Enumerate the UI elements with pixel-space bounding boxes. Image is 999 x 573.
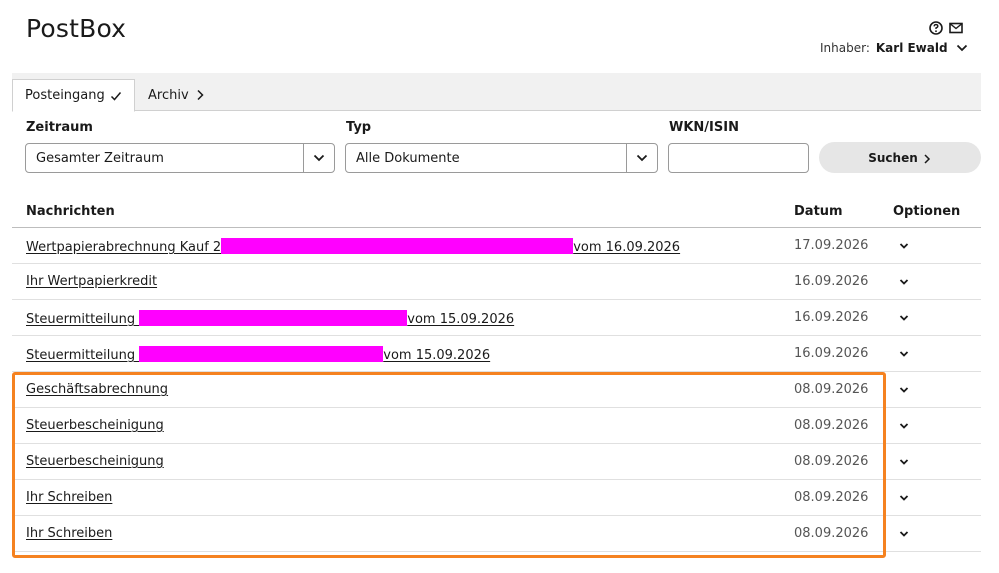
- redaction-block: [139, 346, 384, 362]
- zeitraum-select[interactable]: Gesamter Zeitraum: [25, 143, 335, 173]
- row-date: 08.09.2026: [794, 490, 869, 505]
- chevron-down-icon[interactable]: [898, 240, 910, 252]
- chevron-down-icon[interactable]: [898, 312, 910, 324]
- zeitraum-label: Zeitraum: [26, 120, 93, 135]
- chevron-down-icon[interactable]: [898, 420, 910, 432]
- chevron-right-icon: [922, 153, 932, 164]
- chevron-down-icon[interactable]: [898, 276, 910, 288]
- row-date: 08.09.2026: [794, 418, 869, 433]
- table-row: Ihr Wertpapierkredit 16.09.2026: [12, 264, 981, 300]
- message-link[interactable]: Ihr Schreiben: [26, 526, 112, 541]
- message-link[interactable]: Wertpapierabrechnung Kauf 2 vom 16.09.202…: [26, 238, 680, 255]
- row-date: 08.09.2026: [794, 382, 869, 397]
- row-date: 17.09.2026: [794, 238, 869, 253]
- message-title: Geschäftsabrechnung: [26, 382, 169, 397]
- chevron-down-icon[interactable]: [898, 456, 910, 468]
- table-row: Ihr Schreiben 08.09.2026: [12, 516, 981, 552]
- message-list: Wertpapierabrechnung Kauf 2 vom 16.09.202…: [12, 228, 981, 552]
- row-date: 16.09.2026: [794, 274, 869, 289]
- column-header-options: Optionen: [893, 204, 961, 219]
- message-title: Ihr Wertpapierkredit: [26, 274, 158, 289]
- table-row: Steuermitteilung vom 15.09.2026 16.09.202…: [12, 300, 981, 336]
- message-title: Steuerbescheinigung: [26, 418, 164, 433]
- tab-bar: Posteingang Archiv: [12, 73, 981, 112]
- wkn-label: WKN/ISIN: [669, 120, 739, 135]
- table-row: Geschäftsabrechnung 08.09.2026: [12, 372, 981, 408]
- message-link[interactable]: Ihr Schreiben: [26, 490, 112, 505]
- table-row: Steuerbescheinigung 08.09.2026: [12, 408, 981, 444]
- message-date-suffix: vom 16.09.2026: [573, 240, 681, 255]
- message-date-suffix: vom 15.09.2026: [407, 312, 515, 327]
- message-title: Ihr Schreiben: [26, 490, 113, 505]
- message-link[interactable]: Steuermitteilung vom 15.09.2026: [26, 310, 514, 327]
- chevron-down-icon[interactable]: [898, 384, 910, 396]
- chevron-down-icon: [956, 42, 968, 54]
- message-link[interactable]: Steuerbescheinigung: [26, 454, 164, 469]
- message-link[interactable]: Steuermitteilung vom 15.09.2026: [26, 346, 490, 363]
- message-link[interactable]: Steuerbescheinigung: [26, 418, 164, 433]
- column-header-messages: Nachrichten: [26, 204, 115, 219]
- select-divider: [303, 144, 304, 172]
- typ-value: Alle Dokumente: [356, 150, 460, 166]
- message-title: Steuerbescheinigung: [26, 454, 164, 469]
- row-date: 16.09.2026: [794, 310, 869, 325]
- search-button[interactable]: Suchen: [819, 142, 981, 173]
- typ-label: Typ: [346, 120, 372, 135]
- redaction-block: [221, 238, 574, 254]
- table-row: Steuerbescheinigung 08.09.2026: [12, 444, 981, 480]
- owner-name: Karl Ewald: [875, 41, 948, 55]
- redaction-block: [139, 310, 408, 326]
- chevron-down-icon[interactable]: [898, 492, 910, 504]
- message-date-suffix: vom 15.09.2026: [383, 348, 491, 363]
- message-title: Wertpapierabrechnung Kauf 2: [26, 240, 222, 255]
- wkn-isin-input[interactable]: [668, 143, 809, 173]
- check-icon: [110, 90, 122, 102]
- table-row: Steuermitteilung vom 15.09.2026 16.09.202…: [12, 336, 981, 372]
- row-date: 08.09.2026: [794, 454, 869, 469]
- column-header-date: Datum: [794, 204, 843, 219]
- tab-label: Posteingang: [25, 88, 105, 103]
- message-link[interactable]: Ihr Wertpapierkredit: [26, 274, 157, 289]
- chevron-down-icon[interactable]: [898, 528, 910, 540]
- chevron-down-icon: [636, 152, 648, 164]
- message-title: Steuermitteilung: [26, 312, 140, 327]
- table-row: Wertpapierabrechnung Kauf 2 vom 16.09.202…: [12, 228, 981, 264]
- search-button-label: Suchen: [868, 150, 918, 165]
- tab-label: Archiv: [148, 87, 189, 103]
- table-header: Nachrichten Datum Optionen: [12, 196, 981, 228]
- row-date: 08.09.2026: [794, 526, 869, 541]
- row-date: 16.09.2026: [794, 346, 869, 361]
- message-link[interactable]: Geschäftsabrechnung: [26, 382, 168, 397]
- message-title: Steuermitteilung: [26, 348, 140, 363]
- tab-posteingang[interactable]: Posteingang: [12, 79, 135, 112]
- header-icons: [929, 20, 963, 35]
- tab-archiv[interactable]: Archiv: [136, 79, 218, 111]
- typ-select[interactable]: Alle Dokumente: [345, 143, 658, 173]
- chevron-down-icon[interactable]: [898, 348, 910, 360]
- message-title: Ihr Schreiben: [26, 526, 113, 541]
- table-row: Ihr Schreiben 08.09.2026: [12, 480, 981, 516]
- chevron-right-icon: [194, 89, 206, 101]
- chevron-down-icon: [313, 152, 325, 164]
- owner-selector[interactable]: Inhaber: Karl Ewald: [820, 41, 968, 55]
- mail-icon[interactable]: [949, 20, 963, 34]
- select-divider: [626, 144, 627, 172]
- page-title: PostBox: [26, 14, 127, 43]
- zeitraum-value: Gesamter Zeitraum: [36, 150, 164, 166]
- owner-label: Inhaber:: [820, 41, 870, 55]
- help-icon[interactable]: [929, 20, 943, 35]
